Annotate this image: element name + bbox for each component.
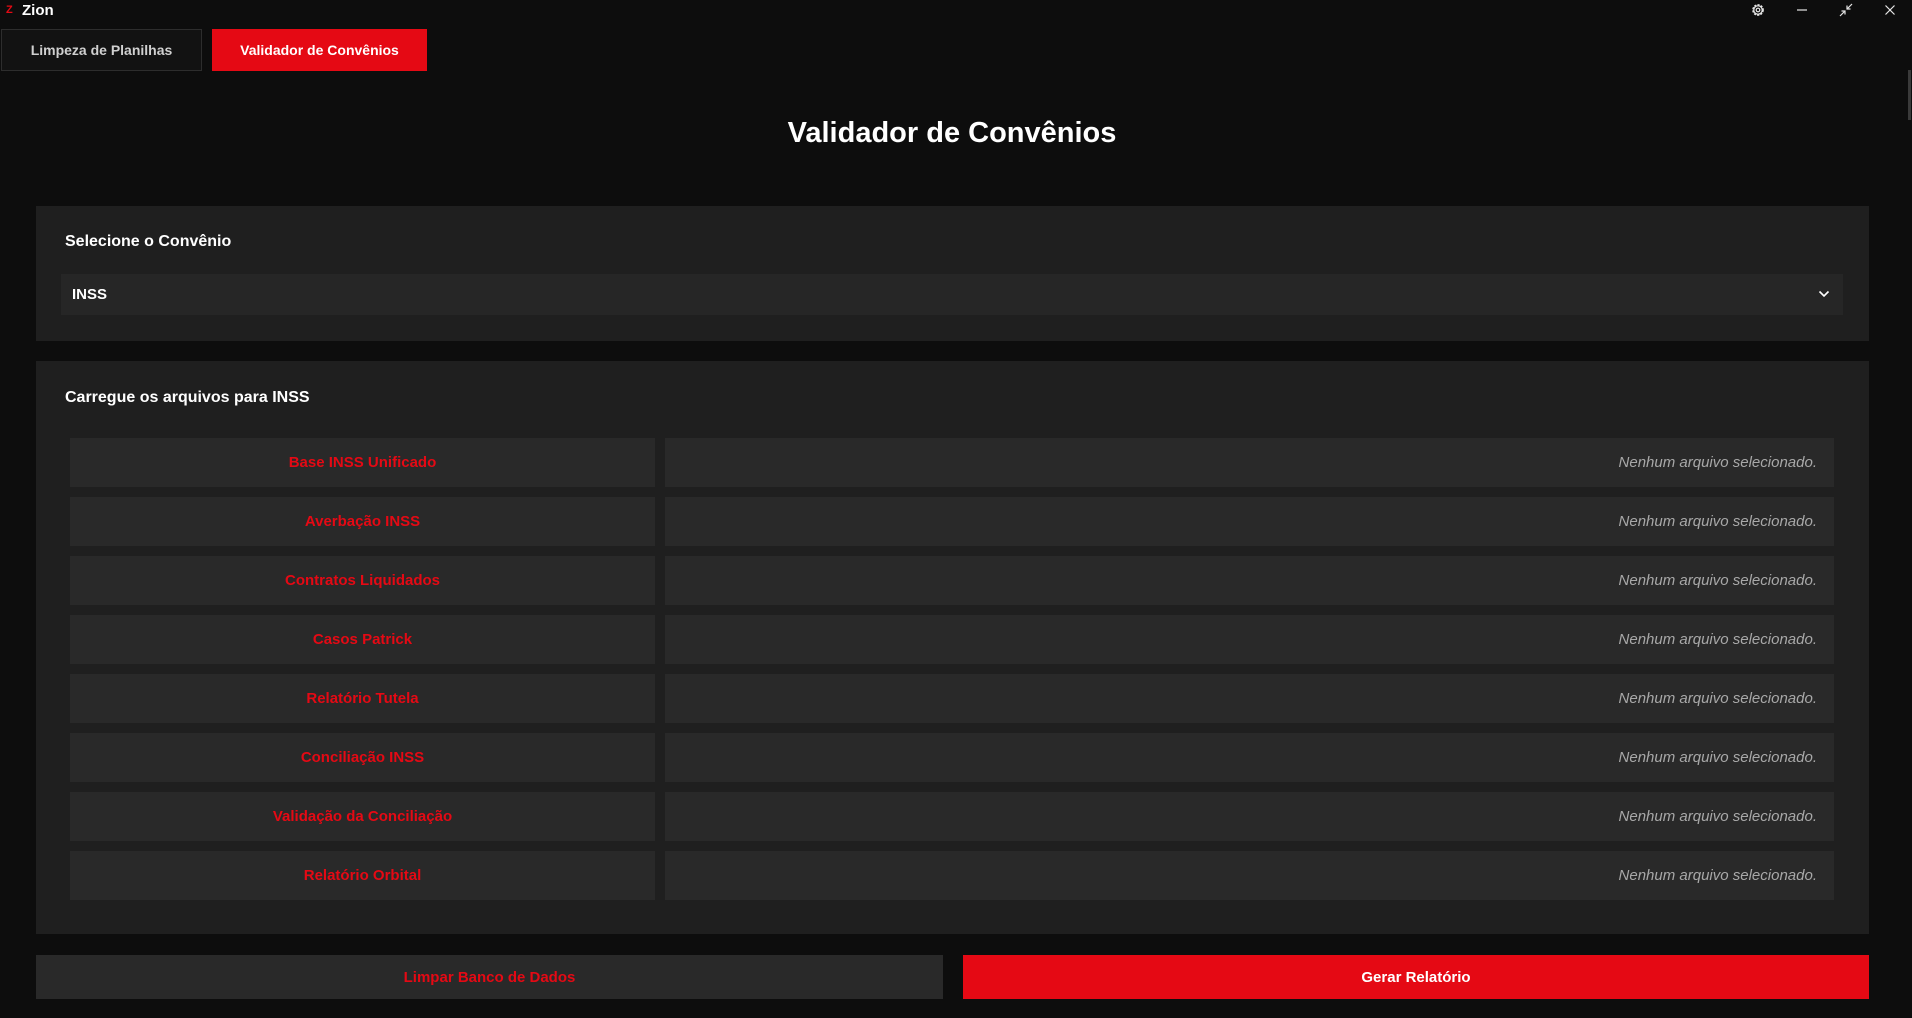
file-select-button[interactable]: Validação da Conciliação	[70, 792, 655, 841]
minimize-button[interactable]	[1780, 0, 1824, 20]
file-select-button[interactable]: Averbação INSS	[70, 497, 655, 546]
close-icon	[1884, 4, 1896, 16]
file-status: Nenhum arquivo selecionado.	[665, 497, 1834, 546]
file-status: Nenhum arquivo selecionado.	[665, 438, 1834, 487]
page-title: Validador de Convênios	[787, 117, 1117, 149]
close-button[interactable]	[1868, 0, 1912, 20]
file-select-button[interactable]: Conciliação INSS	[70, 733, 655, 782]
convenio-selected-value: INSS	[72, 286, 108, 303]
file-status: Nenhum arquivo selecionado.	[665, 615, 1834, 664]
generate-report-button[interactable]: Gerar Relatório	[963, 955, 1869, 999]
clear-database-button[interactable]: Limpar Banco de Dados	[36, 955, 943, 999]
minimize-icon	[1796, 4, 1808, 16]
file-row: Relatório Orbital Nenhum arquivo selecio…	[70, 851, 1834, 900]
tab-validador-de-convenios[interactable]: Validador de Convênios	[212, 29, 427, 71]
file-select-button[interactable]: Base INSS Unificado	[70, 438, 655, 487]
file-row: Validação da Conciliação Nenhum arquivo …	[70, 792, 1834, 841]
convenio-heading: Selecione o Convênio	[65, 233, 232, 250]
file-row: Conciliação INSS Nenhum arquivo selecion…	[70, 733, 1834, 782]
convenio-panel: Selecione o Convênio INSS	[36, 206, 1869, 341]
file-select-button[interactable]: Relatório Tutela	[70, 674, 655, 723]
file-row: Averbação INSS Nenhum arquivo selecionad…	[70, 497, 1834, 546]
file-status: Nenhum arquivo selecionado.	[665, 733, 1834, 782]
file-row: Relatório Tutela Nenhum arquivo selecion…	[70, 674, 1834, 723]
restore-icon	[1839, 3, 1853, 17]
app-title: Zion	[22, 1, 54, 19]
file-select-button[interactable]: Relatório Orbital	[70, 851, 655, 900]
file-row: Base INSS Unificado Nenhum arquivo selec…	[70, 438, 1834, 487]
tab-bar: Limpeza de Planilhas Validador de Convên…	[1, 29, 427, 71]
file-status: Nenhum arquivo selecionado.	[665, 792, 1834, 841]
app-logo: Z	[6, 4, 13, 16]
file-list: Base INSS Unificado Nenhum arquivo selec…	[70, 438, 1834, 910]
file-select-button[interactable]: Casos Patrick	[70, 615, 655, 664]
window-controls	[1736, 0, 1912, 20]
file-status: Nenhum arquivo selecionado.	[665, 556, 1834, 605]
gear-icon	[1750, 2, 1766, 18]
chevron-down-icon	[1817, 287, 1831, 306]
file-select-button[interactable]: Contratos Liquidados	[70, 556, 655, 605]
file-row: Casos Patrick Nenhum arquivo selecionado…	[70, 615, 1834, 664]
file-status: Nenhum arquivo selecionado.	[665, 851, 1834, 900]
tab-limpeza-de-planilhas[interactable]: Limpeza de Planilhas	[1, 29, 202, 71]
file-upload-panel: Carregue os arquivos para INSS Base INSS…	[36, 361, 1869, 934]
file-row: Contratos Liquidados Nenhum arquivo sele…	[70, 556, 1834, 605]
scrollbar[interactable]	[1908, 70, 1911, 120]
title-bar: Z Zion	[0, 0, 1912, 20]
convenio-select[interactable]: INSS	[61, 274, 1843, 315]
settings-button[interactable]	[1736, 0, 1780, 20]
restore-button[interactable]	[1824, 0, 1868, 20]
file-upload-heading: Carregue os arquivos para INSS	[65, 389, 310, 406]
file-status: Nenhum arquivo selecionado.	[665, 674, 1834, 723]
